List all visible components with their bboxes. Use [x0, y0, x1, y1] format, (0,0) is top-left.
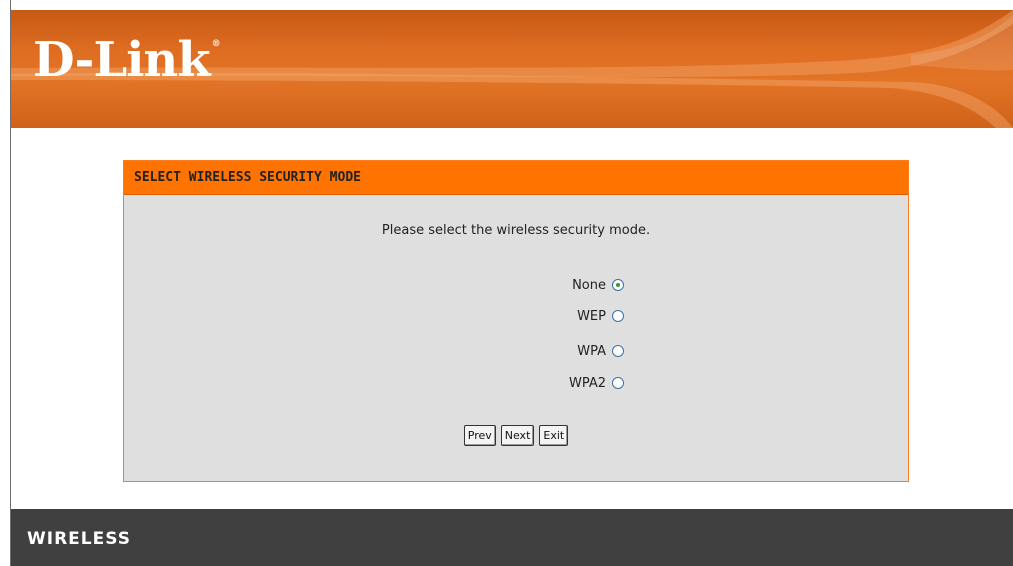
prev-button[interactable]: Prev: [463, 425, 496, 446]
footer-label: WIRELESS: [27, 529, 131, 549]
option-wpa-label: WPA: [577, 343, 606, 359]
option-wpa2[interactable]: WPA2: [424, 373, 624, 393]
radio-wpa[interactable]: [612, 345, 624, 357]
dlink-logo: D-Link ®: [33, 32, 221, 88]
option-none-label: None: [572, 277, 606, 293]
option-none[interactable]: None: [424, 275, 624, 295]
footer-bar: WIRELESS: [11, 509, 1013, 566]
security-mode-panel: SELECT WIRELESS SECURITY MODE Please sel…: [123, 160, 909, 482]
header-banner: D-Link ®: [11, 10, 1013, 128]
instruction-text: Please select the wireless security mode…: [381, 223, 651, 238]
option-wep-label: WEP: [577, 308, 606, 324]
next-button[interactable]: Next: [500, 425, 535, 446]
option-wpa[interactable]: WPA: [424, 341, 624, 361]
button-row: Prev Next Exit: [124, 425, 908, 446]
radio-none[interactable]: [612, 279, 624, 291]
panel-title-bar: SELECT WIRELESS SECURITY MODE: [124, 161, 908, 195]
radio-wep[interactable]: [612, 310, 624, 322]
panel-title: SELECT WIRELESS SECURITY MODE: [134, 170, 361, 185]
radio-wpa2[interactable]: [612, 377, 624, 389]
exit-button[interactable]: Exit: [539, 425, 569, 446]
option-wpa2-label: WPA2: [568, 375, 606, 391]
option-wep[interactable]: WEP: [424, 306, 624, 326]
